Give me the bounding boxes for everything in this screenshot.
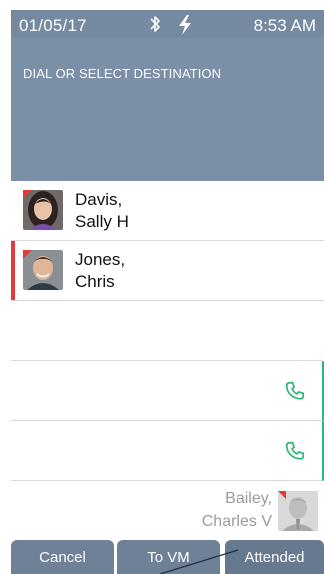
power-bolt-icon — [179, 15, 191, 35]
presence-flag — [23, 250, 32, 259]
contact-row-bailey[interactable]: Bailey, Charles V — [11, 481, 324, 540]
bluetooth-icon — [150, 16, 160, 32]
contact-row-davis[interactable]: Davis, Sally H — [11, 181, 324, 241]
presence-flag — [278, 491, 286, 499]
cancel-softkey[interactable]: Cancel — [11, 540, 114, 574]
presence-flag — [23, 190, 32, 199]
dial-row-2[interactable] — [11, 421, 324, 481]
contact-row-jones[interactable]: Jones, Chris — [11, 241, 324, 301]
phone-call-icon[interactable] — [284, 440, 306, 462]
status-date: 01/05/17 — [19, 16, 87, 35]
contact-name: Jones, Chris — [75, 250, 126, 291]
status-bar: 01/05/17 8:53 AM — [11, 10, 324, 38]
phone-screen: 01/05/17 8:53 AM DIAL OR SELECT DESTINAT… — [0, 0, 324, 574]
contact-name: Bailey, Charles V — [201, 490, 272, 530]
phone-call-icon[interactable] — [284, 380, 306, 402]
empty-row — [11, 301, 322, 361]
gesture-line — [160, 549, 239, 574]
destination-header: 01/05/17 8:53 AM DIAL OR SELECT DESTINAT… — [11, 10, 324, 181]
status-time: 8:53 AM — [253, 16, 316, 35]
dial-row-1[interactable] — [11, 361, 324, 421]
contact-name: Davis, Sally H — [75, 190, 129, 231]
dial-prompt: DIAL OR SELECT DESTINATION — [23, 66, 222, 81]
